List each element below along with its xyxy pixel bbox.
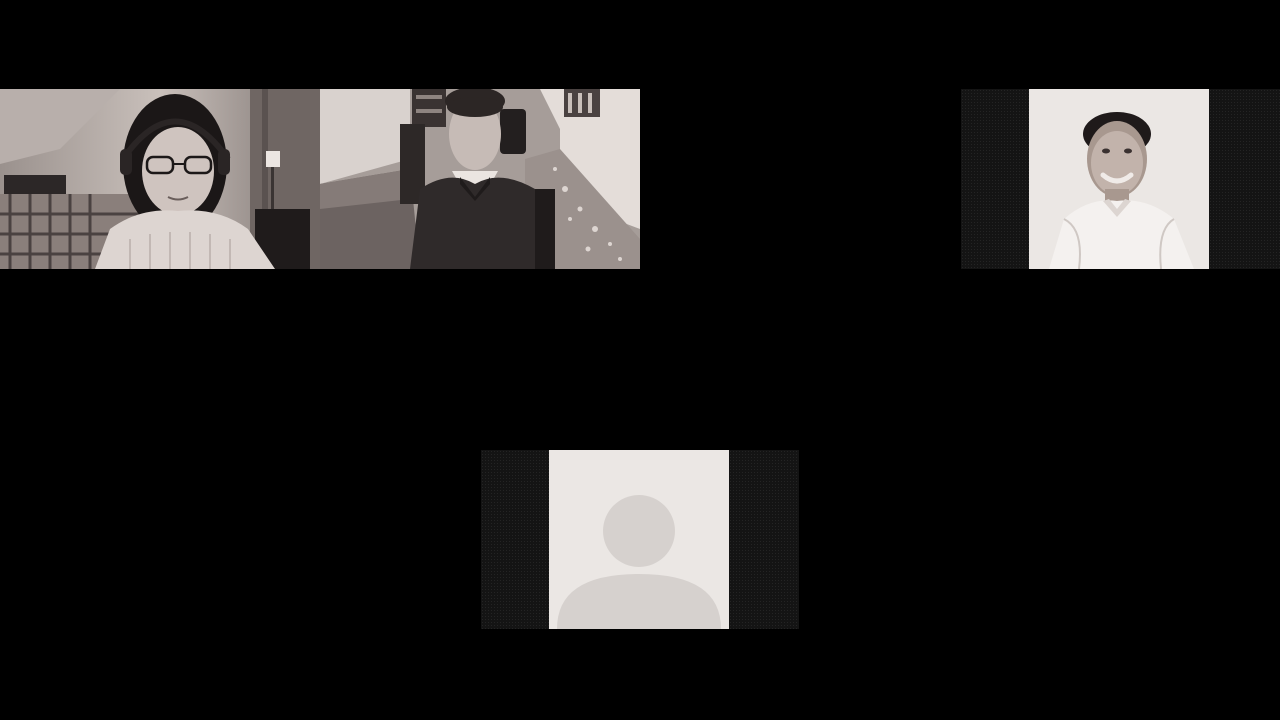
profile-photo [1029, 89, 1209, 269]
avatar-placeholder [549, 450, 729, 629]
pillarbox-right [1209, 89, 1280, 269]
participant-tile-4[interactable] [481, 450, 799, 629]
video-gallery [0, 0, 1280, 720]
participant-tile-3[interactable] [961, 89, 1280, 269]
webcam-feed-1 [0, 89, 320, 269]
webcam-feed-2 [320, 89, 640, 269]
pillarbox-left [481, 450, 549, 629]
avatar-placeholder-icon [549, 450, 729, 629]
participant-tile-2[interactable] [320, 89, 640, 269]
pillarbox-left [961, 89, 1029, 269]
participant-tile-1[interactable] [0, 89, 320, 269]
pillarbox-right [729, 450, 799, 629]
